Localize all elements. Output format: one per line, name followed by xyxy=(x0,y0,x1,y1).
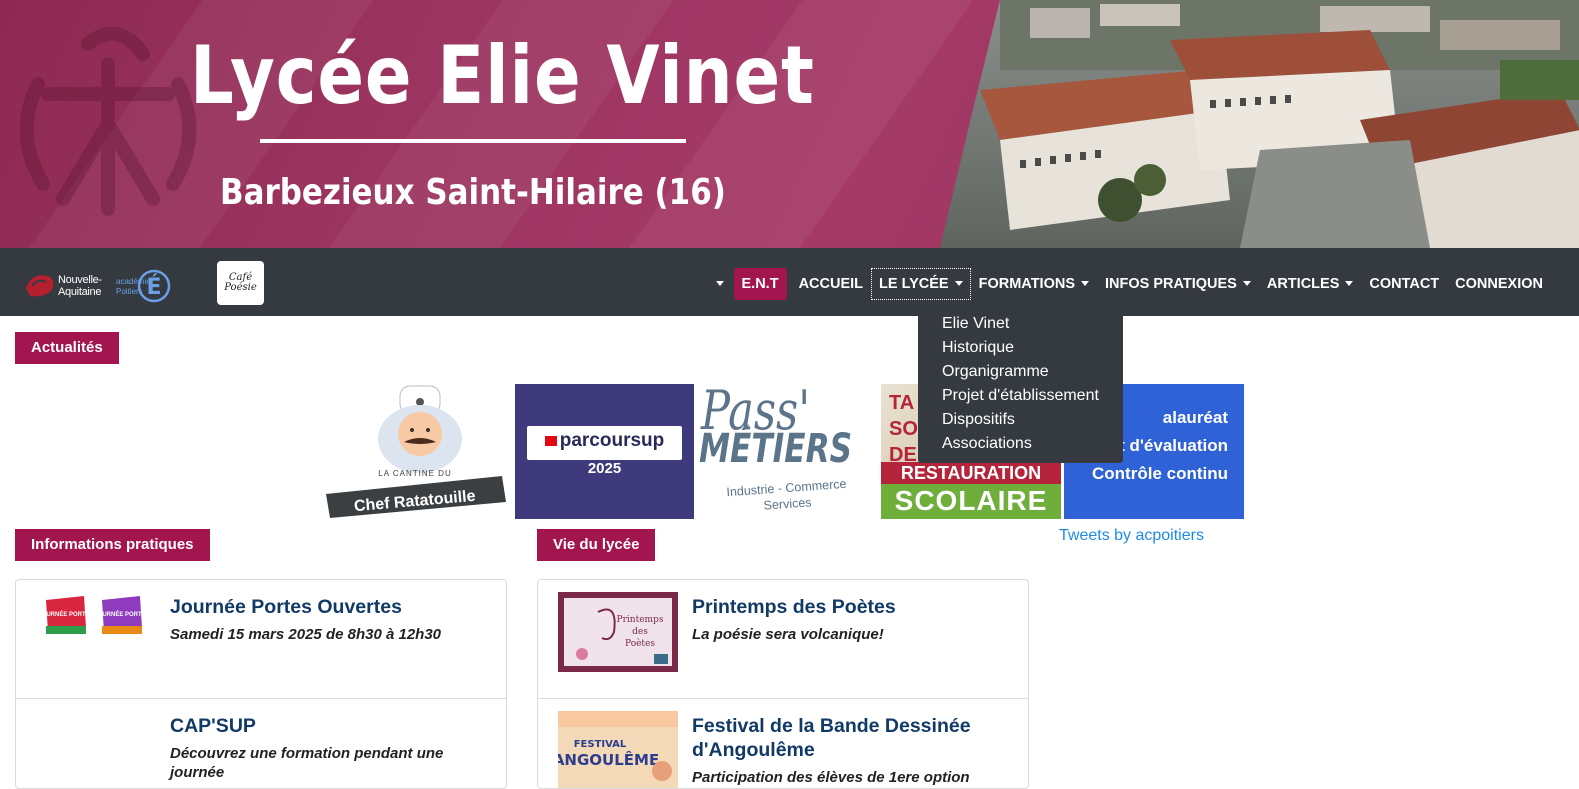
title-divider xyxy=(260,139,686,143)
card-title[interactable]: Printemps des Poètes xyxy=(692,595,1012,619)
card-thumbnail: FESTIVAL ANGOULÊME xyxy=(558,711,678,788)
dropdown-item-associations[interactable]: Associations xyxy=(918,432,1123,456)
parcoursup-logo-text: parcoursup xyxy=(559,430,665,451)
nav-formations[interactable]: FORMATIONS xyxy=(971,268,1097,300)
chevron-down-icon xyxy=(715,280,724,286)
card-description: Participation des élèves de 1ere option … xyxy=(692,769,970,786)
printemps-poetes-image: Printemps des Poètes xyxy=(558,592,678,672)
le-lycee-dropdown: Elie Vinet Historique Organigramme Proje… xyxy=(918,303,1123,463)
parcoursup-year: 2025 xyxy=(587,460,622,477)
chevron-down-icon xyxy=(954,280,963,286)
nav-infos-pratiques[interactable]: INFOS PRATIQUES xyxy=(1097,268,1259,300)
chef-illustration: LA CANTINE DU Chef Ratatouille xyxy=(326,385,506,518)
nav-ent-label: E.N.T xyxy=(741,276,779,292)
infos-pratiques-list: JOURNÉE PORTES JOURNÉE PORTES Journée Po… xyxy=(15,579,507,789)
pass-metiers-subtitle: Industrie - Commerce Services xyxy=(697,474,877,518)
cafe-poesie-logo[interactable]: Café Poésie xyxy=(217,261,264,305)
region-logo-line: Nouvelle- xyxy=(58,274,102,286)
card-title[interactable]: Festival de la Bande Dessinée d'Angoulêm… xyxy=(692,714,1012,762)
svg-text:É: É xyxy=(146,274,161,300)
section-actualites: Actualités xyxy=(15,332,119,364)
nav-connexion-label: CONNEXION xyxy=(1455,276,1543,292)
chevron-down-icon xyxy=(1242,280,1251,286)
svg-text:JOURNÉE PORTES: JOURNÉE PORTES xyxy=(94,610,149,618)
festival-bd-image: FESTIVAL ANGOULÊME xyxy=(558,711,678,788)
nav-le-lycee[interactable]: LE LYCÉE xyxy=(871,268,971,300)
card-title[interactable]: CAP'SUP xyxy=(170,714,490,738)
svg-text:des: des xyxy=(632,627,648,637)
svg-text:Printemps: Printemps xyxy=(617,615,664,625)
nav-accueil-label: ACCUEIL xyxy=(798,276,864,292)
section-informations-pratiques: Informations pratiques xyxy=(15,529,210,561)
card-thumbnail: JOURNÉE PORTES JOURNÉE PORTES xyxy=(36,592,156,672)
nav-contact[interactable]: CONTACT xyxy=(1361,268,1447,300)
scolaire-label: SCOLAIRE xyxy=(894,485,1048,516)
card-description: Samedi 15 mars 2025 de 8h30 à 12h30 xyxy=(170,626,442,643)
section-vie-du-lycee: Vie du lycée xyxy=(537,529,656,561)
chevron-down-icon xyxy=(1081,280,1089,286)
restauration-label: RESTAURATION xyxy=(881,462,1061,484)
svg-text:Poètes: Poètes xyxy=(625,638,655,649)
school-title: Lycée Elie Vinet xyxy=(190,29,815,122)
academie-poitiers-logo[interactable]: académie Poitiers É xyxy=(114,264,172,304)
restauration-fragment: TA SO DE xyxy=(889,390,918,468)
region-logo-text: Nouvelle- Aquitaine xyxy=(58,274,102,298)
svg-text:LA CANTINE DU: LA CANTINE DU xyxy=(378,469,451,478)
dropdown-item-organigramme[interactable]: Organigramme xyxy=(918,360,1123,384)
carousel-tile-cantine[interactable]: LA CANTINE DU Chef Ratatouille xyxy=(322,384,508,519)
dropdown-item-elie-vinet[interactable]: Elie Vinet xyxy=(918,312,1123,336)
carousel-tile-parcoursup[interactable]: parcoursup 2025 xyxy=(515,384,694,519)
language-selector[interactable] xyxy=(704,268,730,300)
cafe-poesie-text: Café Poésie xyxy=(224,272,257,293)
nav-formations-label: FORMATIONS xyxy=(978,276,1075,292)
nav-articles[interactable]: ARTICLES xyxy=(1259,268,1362,300)
nav-articles-label: ARTICLES xyxy=(1266,276,1340,292)
aerial-school-photo xyxy=(940,0,1579,248)
restauration-fragment-line: SO xyxy=(889,418,918,440)
svg-text:ANGOULÊME: ANGOULÊME xyxy=(558,750,659,769)
carousel-tile-pass-metiers[interactable]: Pass' MÉTIERS Industrie - Commerce Servi… xyxy=(697,384,877,519)
region-logo-line: Aquitaine xyxy=(58,286,102,298)
nav-ent[interactable]: E.N.T xyxy=(733,268,787,300)
nav-le-lycee-label: LE LYCÉE xyxy=(879,276,949,292)
card-title[interactable]: Journée Portes Ouvertes xyxy=(170,595,490,619)
school-emblem-icon xyxy=(19,26,197,216)
nav-accueil[interactable]: ACCUEIL xyxy=(791,268,871,300)
flag-icon xyxy=(544,435,557,446)
nav-connexion[interactable]: CONNEXION xyxy=(1447,268,1551,300)
svg-text:FESTIVAL: FESTIVAL xyxy=(574,739,627,750)
card-description: La poésie sera volcanique! xyxy=(692,626,884,643)
svg-text:JOURNÉE PORTES: JOURNÉE PORTES xyxy=(38,610,93,618)
school-location: Barbezieux Saint-Hilaire (16) xyxy=(220,172,726,213)
list-item[interactable]: CAP'SUP Découvrez une formation pendant … xyxy=(16,698,506,788)
pass-metiers-heading: MÉTIERS xyxy=(699,426,853,472)
card-description: Découvrez une formation pendant une jour… xyxy=(170,745,444,781)
tweets-link[interactable]: Tweets by acpoitiers xyxy=(1059,527,1204,545)
dropdown-item-dispositifs[interactable]: Dispositifs xyxy=(918,408,1123,432)
chevron-down-icon xyxy=(1345,280,1354,286)
list-item[interactable]: JOURNÉE PORTES JOURNÉE PORTES Journée Po… xyxy=(16,580,506,698)
dropdown-item-historique[interactable]: Historique xyxy=(918,336,1123,360)
card-thumbnail: Printemps des Poètes xyxy=(558,592,678,672)
dropdown-item-projet-etablissement[interactable]: Projet d'établissement xyxy=(918,384,1123,408)
list-item[interactable]: Printemps des Poètes Printemps des Poète… xyxy=(538,580,1028,698)
site-banner: Lycée Elie Vinet Barbezieux Saint-Hilair… xyxy=(0,0,1579,248)
vie-du-lycee-list: Printemps des Poètes Printemps des Poète… xyxy=(537,579,1029,789)
nav-infos-pratiques-label: INFOS PRATIQUES xyxy=(1105,276,1237,292)
portes-ouvertes-image: JOURNÉE PORTES JOURNÉE PORTES xyxy=(36,592,156,672)
nav-menu: E.N.T ACCUEIL LE LYCÉE FORMATIONS INFOS … xyxy=(704,268,1551,300)
nav-contact-label: CONTACT xyxy=(1369,276,1440,292)
list-item[interactable]: FESTIVAL ANGOULÊME Festival de la Bande … xyxy=(538,698,1028,788)
parcoursup-logo: parcoursup xyxy=(527,426,682,460)
bac-line: Contrôle continu xyxy=(1092,464,1228,483)
restauration-fragment-line: TA xyxy=(889,392,915,414)
